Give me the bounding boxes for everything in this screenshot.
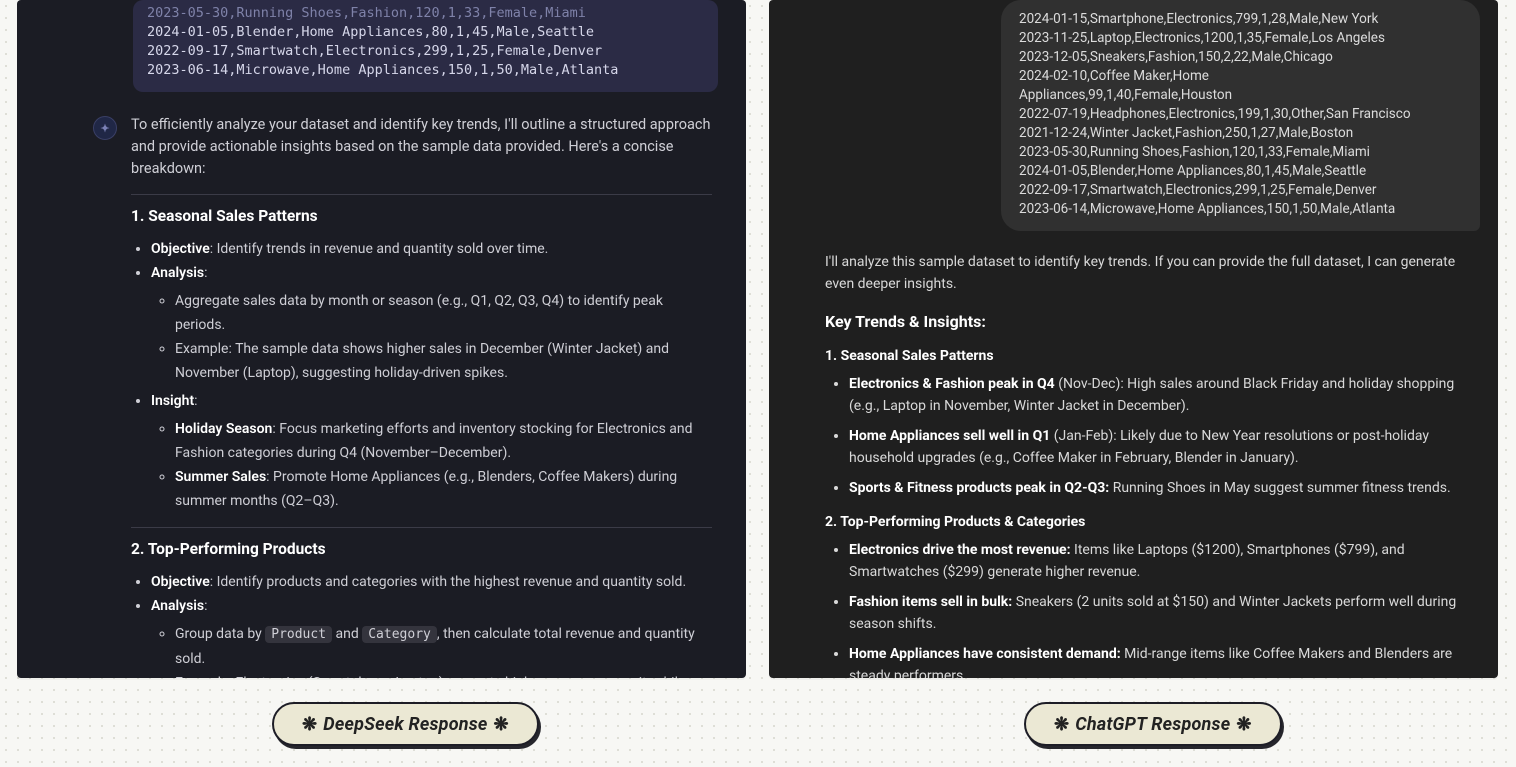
csv-line: 2022-07-19,Headphones,Electronics,199,1,… [1019,105,1462,124]
flower-icon: ❋ [1054,714,1069,735]
list-item: Electronics drive the most revenue: Item… [849,539,1476,583]
section-heading: 2. Top-Performing Products & Categories [825,511,1476,533]
csv-line: 2021-12-24,Winter Jacket,Fashion,250,1,2… [1019,124,1462,143]
csv-line: 2024-01-05,Blender,Home Appliances,80,1,… [147,23,704,42]
section-divider [131,527,712,528]
chatgpt-caption-pill: ❋ ChatGPT Response ❋ [1024,702,1282,746]
csv-line: 2022-09-17,Smartwatch,Electronics,299,1,… [147,42,704,61]
bullet-text: Running Shoes in May suggest summer fitn… [1109,480,1450,496]
flower-icon: ❋ [494,714,509,735]
csv-line: 2023-05-30,Running Shoes,Fashion,120,1,3… [1019,143,1462,162]
caption-text: ChatGPT Response [1075,714,1230,735]
section-divider [131,194,712,195]
bullet-text: and [332,626,362,642]
list-item: Electronics & Fashion peak in Q4 (Nov-De… [849,373,1476,417]
bullet-label: Summer Sales [175,469,266,485]
csv-line: 2023-06-14,Microwave,Home Appliances,150… [147,61,704,80]
bullet-label: Holiday Season [175,421,272,437]
csv-line: 2023-11-25,Laptop,Electronics,1200,1,35,… [1019,29,1462,48]
bullet-label: Home Appliances sell well in Q1 [849,428,1050,444]
list-item: Fashion items sell in bulk: Sneakers (2 … [849,591,1476,635]
csv-line: 2023-06-14,Microwave,Home Appliances,150… [1019,200,1462,219]
bullet-list: Electronics & Fashion peak in Q4 (Nov-De… [825,373,1476,499]
bullet-label: Electronics & Fashion peak in Q4 [849,376,1055,392]
sub-bullet-list: Aggregate sales data by month or season … [151,289,712,385]
bullet-label: Insight [151,393,194,409]
chatgpt-panel: 2024-01-15,Smartphone,Electronics,799,1,… [769,0,1498,678]
bullet-text: : [204,265,207,281]
list-item: Sports & Fitness products peak in Q2-Q3:… [849,477,1476,499]
chatgpt-intro-text: I'll analyze this sample dataset to iden… [825,251,1476,295]
list-item: Analysis: Group data by Product and Cate… [151,594,712,678]
bullet-label: Analysis [151,265,204,281]
deepseek-intro-text: To efficiently analyze your dataset and … [131,114,712,180]
bullet-text: : Identify products and categories with … [210,574,686,590]
csv-line: 2023-05-30,Running Shoes,Fashion,120,1,3… [147,4,704,23]
csv-line: Appliances,99,1,40,Female,Houston [1019,86,1462,105]
response-heading: Key Trends & Insights: [825,311,1476,333]
bullet-list: Electronics drive the most revenue: Item… [825,539,1476,678]
bullet-text: Group data by [175,626,265,642]
list-item: Analysis: Aggregate sales data by month … [151,261,712,385]
bullet-label: Sports & Fitness products peak in Q2-Q3: [849,480,1109,496]
flower-icon: ❋ [302,714,317,735]
deepseek-user-code-block[interactable]: 2023-05-30,Running Shoes,Fashion,120,1,3… [133,0,718,92]
sub-bullet-list: Group data by Product and Category, then… [151,622,712,678]
deepseek-caption-pill: ❋ DeepSeek Response ❋ [272,702,539,746]
list-item: Aggregate sales data by month or season … [175,289,712,337]
flower-icon: ❋ [1236,714,1251,735]
inline-code-chip: Category [362,626,437,643]
deepseek-response-body: 1. Seasonal Sales Patterns Objective: Id… [31,194,732,678]
bullet-label: Objective [151,241,210,257]
bullet-label: Electronics drive the most revenue: [849,542,1071,558]
bullet-label: Objective [151,574,210,590]
csv-line: 2024-01-15,Smartphone,Electronics,799,1,… [1019,10,1462,29]
list-item: Home Appliances have consistent demand: … [849,643,1476,678]
chatgpt-response-body: I'll analyze this sample dataset to iden… [769,251,1498,678]
sub-bullet-list: Holiday Season: Focus marketing efforts … [151,417,712,513]
list-item: Objective: Identify trends in revenue an… [151,237,712,261]
chatgpt-user-bubble[interactable]: 2024-01-15,Smartphone,Electronics,799,1,… [1001,0,1480,231]
list-item: Group data by Product and Category, then… [175,622,712,671]
section-heading: 1. Seasonal Sales Patterns [131,207,712,225]
list-item: Home Appliances sell well in Q1 (Jan-Feb… [849,425,1476,469]
csv-line: 2024-02-10,Coffee Maker,Home [1019,67,1462,86]
assistant-avatar-icon: ✦ [93,116,117,140]
bullet-list: Objective: Identify trends in revenue an… [131,237,712,513]
section-heading: 2. Top-Performing Products [131,540,712,558]
bullet-text: : Identify trends in revenue and quantit… [210,241,549,257]
list-item: Example: Electronics (Smartphone, Laptop… [175,671,712,678]
bullet-text: : [204,598,207,614]
csv-line: 2024-01-05,Blender,Home Appliances,80,1,… [1019,162,1462,181]
bullet-label: Analysis [151,598,204,614]
inline-code-chip: Product [265,626,332,643]
csv-line: 2023-12-05,Sneakers,Fashion,150,2,22,Mal… [1019,48,1462,67]
caption-text: DeepSeek Response [323,714,487,735]
list-item: Holiday Season: Focus marketing efforts … [175,417,712,465]
list-item: Insight: Holiday Season: Focus marketing… [151,389,712,513]
bullet-label: Home Appliances have consistent demand: [849,646,1121,662]
list-item: Objective: Identify products and categor… [151,570,712,594]
section-heading: 1. Seasonal Sales Patterns [825,345,1476,367]
bullet-label: Fashion items sell in bulk: [849,594,1012,610]
list-item: Summer Sales: Promote Home Appliances (e… [175,465,712,513]
list-item: Example: The sample data shows higher sa… [175,337,712,385]
deepseek-panel: 2023-05-30,Running Shoes,Fashion,120,1,3… [17,0,746,678]
bullet-text: : [194,393,197,409]
csv-line: 2022-09-17,Smartwatch,Electronics,299,1,… [1019,181,1462,200]
bullet-list: Objective: Identify products and categor… [131,570,712,678]
